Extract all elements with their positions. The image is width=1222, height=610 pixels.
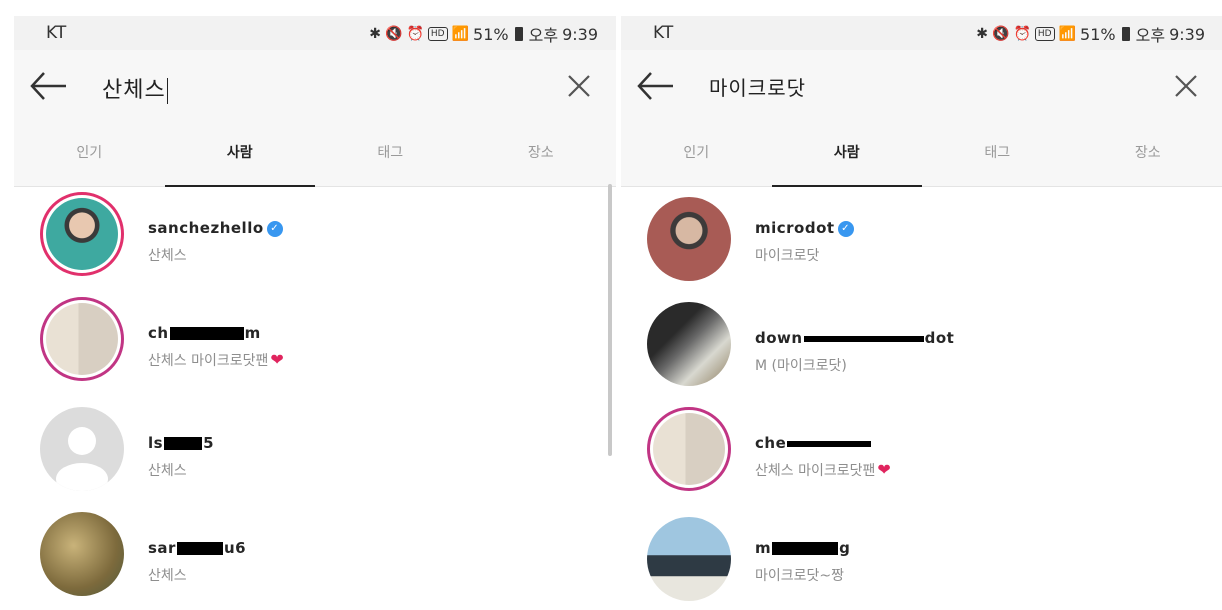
arrow-left-icon[interactable]: [28, 68, 68, 104]
redaction-mark: [176, 542, 223, 555]
search-screen-left: KT ✱ 🔇 ⏰ HD 📶 51% 오후 9:39 산체스 인기 사람 태그 장…: [14, 16, 616, 610]
tab-places[interactable]: 장소: [1073, 120, 1222, 186]
result-row[interactable]: sar u6 산체스: [14, 507, 616, 607]
wifi-icon: 📶: [451, 26, 470, 42]
close-x-icon[interactable]: [1171, 70, 1201, 102]
verified-badge-icon: ✓: [266, 220, 283, 237]
bluetooth-icon: ✱: [369, 26, 382, 42]
battery-icon: [514, 27, 523, 41]
result-username: che: [755, 434, 872, 452]
avatar[interactable]: [647, 517, 731, 601]
tab-tags[interactable]: 태그: [922, 120, 1073, 186]
result-row[interactable]: ls 5 산체스: [14, 402, 616, 502]
result-row[interactable]: ch m 산체스 마이크로닷팬 ❤: [14, 292, 616, 392]
clock: 9:39: [1169, 24, 1205, 44]
status-icons: ✱ 🔇 ⏰ HD 📶 51% 오후 9:39: [369, 22, 598, 46]
status-bar: KT ✱ 🔇 ⏰ HD 📶 51% 오후 9:39: [621, 16, 1222, 50]
result-username: microdot ✓: [755, 219, 854, 237]
result-username: ch m: [148, 324, 261, 342]
alarm-icon: ⏰: [406, 26, 424, 42]
hd-voice-icon: HD: [1034, 27, 1055, 41]
avatar[interactable]: [40, 297, 124, 381]
tab-top[interactable]: 인기: [14, 120, 165, 186]
default-avatar-icon[interactable]: [40, 407, 124, 491]
battery-percent: 51%: [1080, 24, 1116, 44]
avatar[interactable]: [40, 192, 124, 276]
status-icons: ✱ 🔇 ⏰ HD 📶 51% 오후 9:39: [976, 22, 1205, 46]
carrier-label: KT: [653, 23, 674, 43]
result-fullname: 산체스: [148, 568, 187, 584]
result-fullname: M (마이크로닷): [755, 358, 847, 374]
mute-icon: 🔇: [385, 26, 403, 42]
search-bar: 마이크로닷: [621, 50, 1222, 120]
result-username: sanchezhello ✓: [148, 219, 283, 237]
close-x-icon[interactable]: [564, 70, 594, 102]
arrow-left-icon[interactable]: [635, 68, 675, 104]
result-username: mg: [755, 539, 851, 557]
tab-top[interactable]: 인기: [621, 120, 772, 186]
redaction-mark: [164, 437, 203, 450]
clock: 9:39: [562, 24, 598, 44]
result-fullname: 산체스: [148, 248, 187, 264]
result-username: down dot: [755, 329, 955, 347]
search-input[interactable]: 산체스: [102, 72, 169, 104]
verified-badge-icon: ✓: [837, 220, 854, 237]
result-fullname: 산체스: [148, 463, 187, 479]
battery-percent: 51%: [473, 24, 509, 44]
result-row[interactable]: mg 마이크로닷~짱: [621, 507, 1222, 607]
avatar[interactable]: [647, 407, 731, 491]
redaction-mark: [787, 440, 872, 447]
result-row[interactable]: microdot ✓ 마이크로닷: [621, 187, 1222, 287]
battery-icon: [1121, 27, 1130, 41]
search-input[interactable]: 마이크로닷: [709, 72, 806, 101]
redaction-mark: [803, 335, 924, 342]
avatar[interactable]: [647, 302, 731, 386]
result-row[interactable]: down dot M (마이크로닷): [621, 292, 1222, 392]
avatar[interactable]: [647, 197, 731, 281]
search-bar: 산체스: [14, 50, 616, 120]
tab-places[interactable]: 장소: [466, 120, 617, 186]
redaction-mark: [772, 542, 839, 555]
carrier-label: KT: [46, 23, 67, 43]
result-fullname: 산체스 마이크로닷팬 ❤: [148, 350, 284, 369]
wifi-icon: 📶: [1058, 26, 1077, 42]
search-tabs: 인기 사람 태그 장소: [14, 120, 616, 187]
tab-tags[interactable]: 태그: [315, 120, 466, 186]
result-row[interactable]: sanchezhello ✓ 산체스: [14, 187, 616, 287]
result-row[interactable]: che 산체스 마이크로닷팬 ❤: [621, 402, 1222, 502]
status-bar: KT ✱ 🔇 ⏰ HD 📶 51% 오후 9:39: [14, 16, 616, 50]
result-username: ls 5: [148, 434, 215, 452]
ampm-label: 오후: [1135, 26, 1166, 45]
heart-icon: ❤: [270, 350, 284, 369]
result-username: sar u6: [148, 539, 247, 557]
bluetooth-icon: ✱: [976, 26, 989, 42]
mute-icon: 🔇: [992, 26, 1010, 42]
hd-voice-icon: HD: [427, 27, 448, 41]
search-tabs: 인기 사람 태그 장소: [621, 120, 1222, 187]
ampm-label: 오후: [528, 26, 559, 45]
tab-people[interactable]: 사람: [771, 120, 923, 187]
result-fullname: 마이크로닷~짱: [755, 568, 845, 584]
alarm-icon: ⏰: [1013, 26, 1031, 42]
heart-icon: ❤: [877, 460, 891, 479]
result-fullname: 산체스 마이크로닷팬 ❤: [755, 460, 891, 479]
result-fullname: 마이크로닷: [755, 248, 820, 264]
search-screen-right: KT ✱ 🔇 ⏰ HD 📶 51% 오후 9:39 마이크로닷 인기 사람 태그…: [621, 16, 1222, 610]
tab-people[interactable]: 사람: [164, 120, 316, 187]
text-caret: [166, 78, 169, 104]
redaction-mark: [169, 327, 244, 340]
person-silhouette-icon: [56, 427, 108, 491]
scrollbar[interactable]: [608, 184, 612, 456]
avatar[interactable]: [40, 512, 124, 596]
search-query-text: 산체스: [102, 78, 166, 103]
